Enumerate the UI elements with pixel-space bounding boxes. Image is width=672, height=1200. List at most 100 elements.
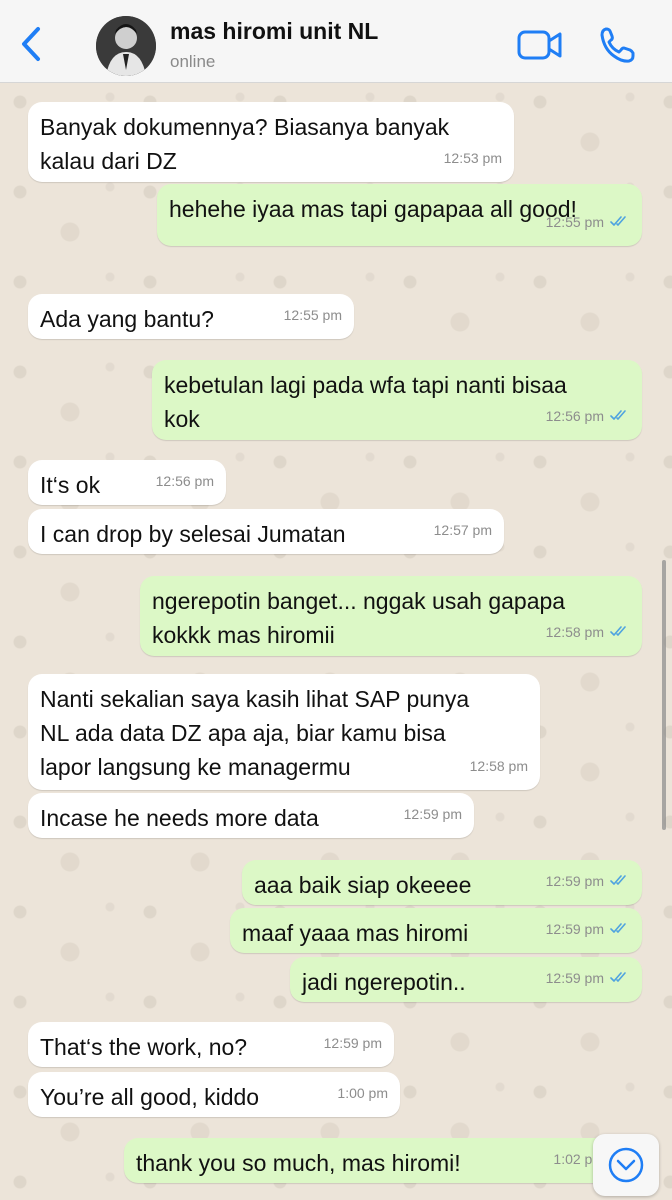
avatar-image (96, 16, 156, 76)
message-meta: 12:59 pm (546, 961, 630, 995)
message-text: maaf yaaa mas hiromi (242, 916, 468, 950)
message-text: Nanti sekalian saya kasih lihat SAP puny… (40, 682, 469, 784)
outgoing-message[interactable]: jadi ngerepotin.. 12:59 pm (290, 957, 642, 1002)
incoming-message[interactable]: Ada yang bantu? 12:55 pm (28, 294, 354, 339)
message-line: Nanti sekalian saya kasih lihat SAP puny… (40, 686, 470, 712)
incoming-message[interactable]: It‘s ok 12:56 pm (28, 460, 226, 505)
avatar[interactable] (96, 16, 156, 76)
video-camera-icon (517, 30, 562, 60)
message-text: jadi ngerepotin.. (302, 965, 466, 999)
message-line: kok (164, 406, 200, 432)
outgoing-message[interactable]: kebetulan lagi pada wfa tapi nanti bisaa… (152, 360, 642, 440)
outgoing-message[interactable]: ngerepotin banget... nggak usah gapapa ko… (140, 576, 642, 656)
message-meta: 12:59 pm (404, 797, 462, 831)
message-text: kebetulan lagi pada wfa tapi nanti bisaa… (164, 368, 567, 436)
message-text: Banyak dokumennya? Biasanya banyak kalau … (40, 110, 449, 178)
message-line: ngerepotin banget... nggak usah gapapa (152, 588, 566, 614)
message-line: kokkk mas hiromii (152, 622, 335, 648)
double-check-icon (610, 864, 630, 898)
outgoing-message[interactable]: aaa baik siap okeeee 12:59 pm (242, 860, 642, 905)
message-text: Incase he needs more data (40, 801, 319, 835)
message-line: Ada yang bantu? (40, 306, 214, 332)
message-time: 12:59 pm (545, 873, 604, 889)
message-text: You’re all good, kiddo (40, 1080, 259, 1114)
message-text: I can drop by selesai Jumatan (40, 517, 346, 551)
message-meta: 12:59 pm (546, 864, 630, 898)
message-line: kalau dari DZ (40, 148, 177, 174)
message-meta: 1:00 pm (337, 1076, 388, 1110)
message-line: Banyak dokumennya? Biasanya banyak (40, 114, 450, 140)
message-time: 12:56 pm (545, 408, 604, 424)
message-text: ngerepotin banget... nggak usah gapapa ko… (152, 584, 565, 652)
message-list[interactable]: Banyak dokumennya? Biasanya banyak kalau … (0, 82, 672, 1200)
message-line: You’re all good, kiddo (40, 1084, 260, 1110)
chevron-down-circle-icon (608, 1147, 644, 1183)
double-check-icon (610, 205, 630, 239)
message-meta: 12:56 pm (546, 399, 630, 433)
message-time: 12:57 pm (433, 522, 492, 538)
outgoing-message[interactable]: hehehe iyaa mas tapi gapapaa all good! 12… (157, 184, 642, 246)
incoming-message[interactable]: That‘s the work, no? 12:59 pm (28, 1022, 394, 1067)
message-line: I can drop by selesai Jumatan (40, 521, 346, 547)
back-button[interactable] (14, 22, 48, 66)
phone-icon (600, 27, 635, 63)
incoming-message[interactable]: Incase he needs more data 12:59 pm (28, 793, 474, 838)
voice-call-button[interactable] (596, 24, 638, 66)
message-meta: 12:59 pm (546, 912, 630, 946)
message-meta: 12:58 pm (546, 615, 630, 649)
chevron-left-icon (22, 27, 40, 61)
message-meta: 12:53 pm (444, 141, 502, 175)
message-line: aaa baik siap okeeee (254, 872, 472, 898)
message-time: 12:59 pm (545, 970, 604, 986)
message-time: 12:59 pm (403, 806, 462, 822)
message-line: hehehe iyaa mas tapi gapapaa all good! (169, 196, 577, 222)
message-text: Ada yang bantu? (40, 302, 214, 336)
double-check-icon (610, 961, 630, 995)
incoming-message[interactable]: Banyak dokumennya? Biasanya banyak kalau … (28, 102, 514, 182)
message-time: 12:53 pm (443, 150, 502, 166)
message-text: thank you so much, mas hiromi! (136, 1146, 461, 1180)
message-time: 1:00 pm (337, 1085, 388, 1101)
message-line: lapor langsung ke managermu (40, 754, 351, 780)
message-meta: 12:57 pm (434, 513, 492, 547)
incoming-message[interactable]: Nanti sekalian saya kasih lihat SAP puny… (28, 674, 540, 790)
message-line: That‘s the work, no? (40, 1034, 248, 1060)
message-line: Incase he needs more data (40, 805, 319, 831)
message-time: 12:58 pm (545, 624, 604, 640)
double-check-icon (610, 399, 630, 433)
message-meta: 12:59 pm (324, 1026, 382, 1060)
message-line: kebetulan lagi pada wfa tapi nanti bisaa (164, 372, 567, 398)
message-meta: 12:56 pm (156, 464, 214, 498)
message-time: 12:55 pm (283, 307, 342, 323)
message-text: aaa baik siap okeeee (254, 868, 471, 902)
message-line: maaf yaaa mas hiromi (242, 920, 469, 946)
incoming-message[interactable]: You’re all good, kiddo 1:00 pm (28, 1072, 400, 1117)
double-check-icon (610, 615, 630, 649)
message-meta: 12:55 pm (546, 205, 630, 239)
incoming-message[interactable]: I can drop by selesai Jumatan 12:57 pm (28, 509, 504, 554)
message-line: It‘s ok (40, 472, 101, 498)
message-text: hehehe iyaa mas tapi gapapaa all good! (169, 192, 577, 226)
message-line: thank you so much, mas hiromi! (136, 1150, 461, 1176)
message-time: 12:56 pm (155, 473, 214, 489)
chat-screen: mas hiromi unit NL online Banyak dokumen… (0, 0, 672, 1200)
contact-status: online (170, 52, 216, 71)
message-meta: 12:58 pm (470, 749, 528, 783)
scroll-to-bottom-button[interactable] (593, 1134, 659, 1196)
message-line: jadi ngerepotin.. (302, 969, 466, 995)
message-time: 12:59 pm (545, 921, 604, 937)
video-call-button[interactable] (516, 26, 564, 64)
message-line: NL ada data DZ apa aja, biar kamu bisa (40, 720, 446, 746)
contact-name[interactable]: mas hiromi unit NL (170, 18, 378, 45)
double-check-icon (610, 912, 630, 946)
message-meta: 12:55 pm (284, 298, 342, 332)
scroll-indicator[interactable] (662, 560, 666, 830)
message-text: That‘s the work, no? (40, 1030, 247, 1064)
outgoing-message[interactable]: thank you so much, mas hiromi! 1:02 pm (124, 1138, 642, 1183)
chat-header: mas hiromi unit NL online (0, 0, 672, 83)
message-time: 12:58 pm (469, 758, 528, 774)
message-text: It‘s ok (40, 468, 100, 502)
message-time: 12:59 pm (323, 1035, 382, 1051)
outgoing-message[interactable]: maaf yaaa mas hiromi 12:59 pm (230, 908, 642, 953)
message-time: 12:55 pm (545, 214, 604, 230)
